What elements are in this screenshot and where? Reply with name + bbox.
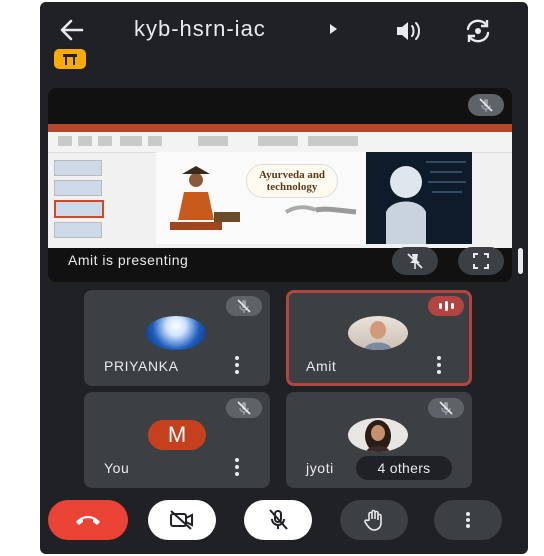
meet-screen: kyb-hsrn-iac Ayurveda and technology Ami… <box>40 2 528 554</box>
mic-off-icon <box>468 94 504 116</box>
hand-icon <box>364 509 382 531</box>
robot-image <box>366 152 472 244</box>
fullscreen-icon <box>473 253 489 269</box>
fullscreen-button[interactable] <box>458 247 504 275</box>
mic-off-icon <box>226 398 262 418</box>
mic-off-icon <box>269 509 288 530</box>
slide-illustration: Ayurveda and technology <box>156 152 366 244</box>
unpin-button[interactable] <box>392 247 438 275</box>
speaking-indicator-icon <box>428 296 464 316</box>
scrollbar[interactable] <box>518 248 523 274</box>
meeting-details-arrow-icon[interactable] <box>330 24 337 34</box>
more-vert-icon <box>466 512 470 528</box>
current-slide: Ayurveda and technology <box>156 152 472 244</box>
raise-hand-button[interactable] <box>340 500 408 540</box>
avatar: M <box>148 420 206 450</box>
more-vert-icon[interactable] <box>234 356 240 374</box>
participant-name: jyoti <box>306 460 334 476</box>
switch-camera-icon[interactable] <box>462 16 494 46</box>
end-call-icon <box>76 516 100 525</box>
participant-tile[interactable]: PRIYANKA <box>84 290 270 386</box>
avatar <box>348 316 408 350</box>
camera-off-icon <box>170 510 193 530</box>
speaker-icon[interactable] <box>394 18 424 44</box>
unpin-icon <box>407 253 423 269</box>
camera-toggle-button[interactable] <box>148 500 216 540</box>
more-vert-icon[interactable] <box>436 356 442 374</box>
presenting-label: Amit is presenting <box>68 252 189 268</box>
meeting-code[interactable]: kyb-hsrn-iac <box>134 16 266 42</box>
avatar <box>348 418 408 452</box>
slide-title: Ayurveda and technology <box>246 164 338 198</box>
mic-off-icon <box>226 296 262 316</box>
mic-off-icon <box>428 398 464 418</box>
participant-name: PRIYANKA <box>104 358 179 374</box>
presentation-tile[interactable]: Ayurveda and technology Amit is presenti… <box>48 88 512 282</box>
participant-name: You <box>104 460 130 476</box>
end-call-button[interactable] <box>48 500 128 540</box>
host-controls-badge-icon[interactable] <box>54 49 86 69</box>
participant-tile[interactable]: Amit <box>286 290 472 386</box>
mic-toggle-button[interactable] <box>244 500 312 540</box>
participant-tile[interactable]: M You <box>84 392 270 488</box>
app-title-bar <box>48 124 512 132</box>
app-ribbon <box>48 132 512 153</box>
participant-tile[interactable]: jyoti 4 others <box>286 392 472 488</box>
participant-name: Amit <box>306 358 337 374</box>
avatar <box>146 316 206 350</box>
more-options-button[interactable] <box>434 500 502 540</box>
others-chip[interactable]: 4 others <box>356 456 452 480</box>
more-vert-icon[interactable] <box>234 458 240 476</box>
top-bar: kyb-hsrn-iac <box>40 2 528 69</box>
back-arrow-icon[interactable] <box>58 16 86 44</box>
slide-thumbnails <box>54 156 106 244</box>
shared-screen: Ayurveda and technology <box>48 124 512 248</box>
